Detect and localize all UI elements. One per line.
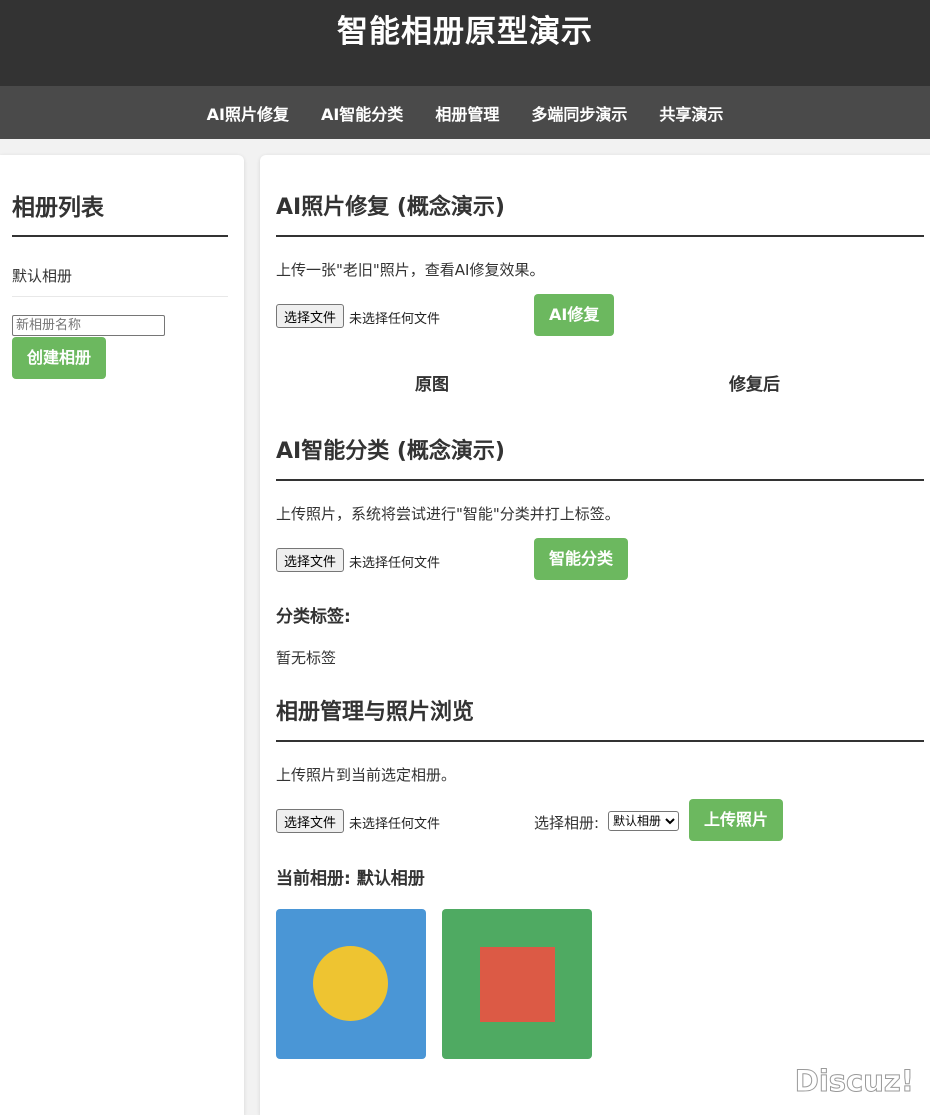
ai-repair-description: 上传一张"老旧"照片，查看AI修复效果。 — [276, 261, 545, 279]
original-image-label: 原图 — [415, 375, 449, 395]
current-album-heading: 当前相册: 默认相册 — [276, 869, 425, 889]
album-manage-title: 相册管理与照片浏览 — [276, 698, 924, 742]
manage-file-choose-button[interactable]: 选择文件 — [276, 809, 345, 833]
album-manage-description: 上传照片到当前选定相册。 — [276, 766, 457, 784]
ai-classify-upload-row: 选择文件 未选择任何文件 智能分类 — [276, 538, 924, 580]
album-sidebar: 相册列表 默认相册 创建相册 — [0, 155, 244, 1115]
repair-file-status: 未选择任何文件 — [349, 312, 441, 327]
photo-thumbnail[interactable] — [442, 909, 592, 1059]
album-manage-section: 相册管理与照片浏览 上传照片到当前选定相册。 选择文件 未选择任何文件 选择相册… — [276, 668, 930, 1059]
new-album-name-input[interactable] — [12, 315, 165, 336]
repair-compare-labels: 原图 修复后 — [276, 370, 924, 400]
smart-classify-button[interactable]: 智能分类 — [534, 538, 629, 580]
nav-item-ai-classify[interactable]: AI智能分类 — [305, 101, 419, 125]
tags-heading: 分类标签: — [276, 607, 351, 627]
discuz-watermark: Discuz! — [794, 1064, 914, 1099]
repair-file-choose-button[interactable]: 选择文件 — [276, 304, 345, 328]
manage-file-status: 未选择任何文件 — [349, 817, 441, 832]
album-list-item[interactable]: 默认相册 — [12, 237, 228, 297]
ai-repair-section: AI照片修复 (概念演示) 上传一张"老旧"照片，查看AI修复效果。 选择文件 … — [276, 155, 930, 400]
ai-repair-button[interactable]: AI修复 — [534, 294, 615, 336]
ai-classify-description: 上传照片，系统将尝试进行"智能"分类并打上标签。 — [276, 505, 620, 523]
nav-item-album-manage[interactable]: 相册管理 — [419, 101, 515, 125]
sidebar-title: 相册列表 — [12, 155, 228, 237]
create-album-button[interactable]: 创建相册 — [12, 337, 107, 379]
page-header: 智能相册原型演示 — [0, 0, 930, 86]
nav-item-ai-repair[interactable]: AI照片修复 — [191, 101, 305, 125]
nav-item-share[interactable]: 共享演示 — [643, 101, 739, 125]
album-list: 默认相册 — [12, 237, 228, 297]
ai-classify-title: AI智能分类 (概念演示) — [276, 437, 924, 481]
yellow-circle-shape — [313, 946, 388, 1021]
red-square-shape — [480, 947, 555, 1022]
ai-classify-section: AI智能分类 (概念演示) 上传照片，系统将尝试进行"智能"分类并打上标签。 选… — [276, 400, 930, 668]
main-content: AI照片修复 (概念演示) 上传一张"老旧"照片，查看AI修复效果。 选择文件 … — [260, 155, 930, 1115]
main-nav: AI照片修复 AI智能分类 相册管理 多端同步演示 共享演示 — [0, 86, 930, 139]
classify-file-choose-button[interactable]: 选择文件 — [276, 548, 345, 572]
album-select-dropdown[interactable]: 默认相册 — [608, 811, 679, 831]
repaired-image-label: 修复后 — [729, 375, 780, 395]
classify-file-status: 未选择任何文件 — [349, 556, 441, 571]
album-upload-row: 选择文件 未选择任何文件 选择相册: 默认相册 上传照片 — [276, 799, 924, 841]
album-select-label: 选择相册: — [534, 814, 600, 832]
nav-item-multi-sync[interactable]: 多端同步演示 — [515, 101, 643, 125]
ai-repair-upload-row: 选择文件 未选择任何文件 AI修复 — [276, 294, 924, 336]
upload-photo-button[interactable]: 上传照片 — [689, 799, 784, 841]
photo-grid — [276, 909, 930, 1059]
page-title: 智能相册原型演示 — [337, 14, 593, 50]
ai-repair-title: AI照片修复 (概念演示) — [276, 193, 924, 237]
photo-thumbnail[interactable] — [276, 909, 426, 1059]
tags-empty-text: 暂无标签 — [276, 649, 337, 667]
